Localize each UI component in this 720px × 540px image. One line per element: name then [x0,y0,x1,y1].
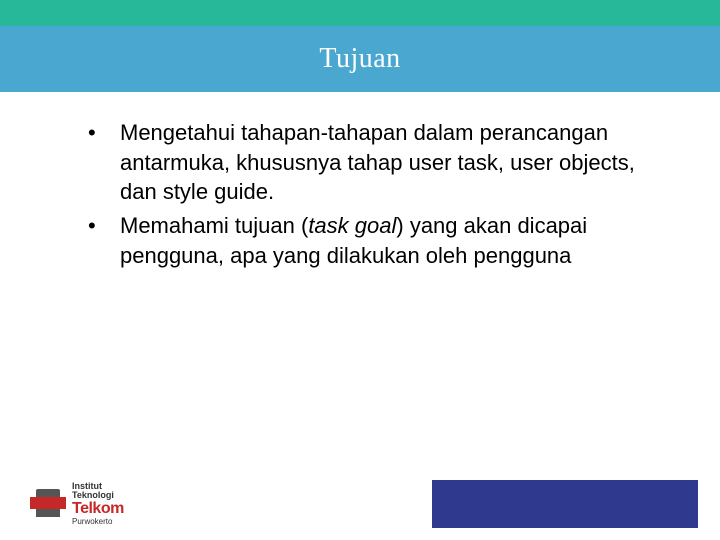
content-area: Mengetahui tahapan-tahapan dalam peranca… [80,118,640,274]
bullet-list: Mengetahui tahapan-tahapan dalam peranca… [80,118,640,270]
logo-text-block: Institut Teknologi Telkom Purwokerto [72,482,124,526]
logo-mark-icon [30,489,66,519]
institution-logo: Institut Teknologi Telkom Purwokerto [30,482,124,526]
bullet-item: Mengetahui tahapan-tahapan dalam peranca… [80,118,640,207]
top-accent-bar [0,0,720,26]
title-bar: Tujuan [0,26,720,92]
logo-brand: Telkom [72,501,124,517]
bullet-text-italic: task goal [308,213,396,238]
bullet-text-pre: Memahami tujuan ( [120,213,308,238]
bullet-text: Mengetahui tahapan-tahapan dalam peranca… [120,120,635,204]
logo-line2: Teknologi [72,491,124,500]
footer-accent-bar [432,480,698,528]
logo-sub: Purwokerto [72,518,124,526]
bullet-item: Memahami tujuan (task goal) yang akan di… [80,211,640,270]
slide: Tujuan Mengetahui tahapan-tahapan dalam … [0,0,720,540]
slide-title: Tujuan [319,43,400,75]
